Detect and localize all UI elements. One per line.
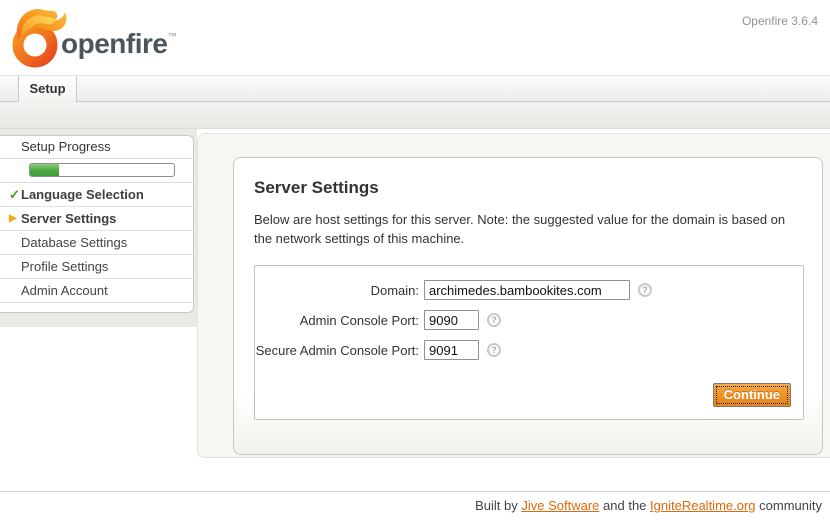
help-icon[interactable]: ?: [487, 343, 501, 357]
secure-port-label: Secure Admin Console Port:: [255, 343, 419, 358]
sidebar-item-profile-settings: Profile Settings: [0, 255, 193, 279]
progress-bar-row: [0, 159, 193, 183]
continue-button[interactable]: Continue: [713, 383, 791, 407]
jive-software-link[interactable]: Jive Software: [521, 498, 599, 513]
help-icon[interactable]: ?: [487, 313, 501, 327]
progress-fill: [30, 164, 59, 176]
sidebar-item-database-settings: Database Settings: [0, 231, 193, 255]
page-description: Below are host settings for this server.…: [254, 211, 799, 249]
footer-text: and the: [599, 498, 650, 513]
sidebar-item-label: Language Selection: [21, 187, 144, 202]
sidebar-item-label: Database Settings: [21, 235, 127, 250]
server-settings-form: Domain: ? Admin Console Port: ? Secure A…: [254, 265, 804, 420]
sidebar-item-label: Server Settings: [21, 211, 116, 226]
version-label: Openfire 3.6.4: [742, 14, 818, 28]
footer-text: Built by: [475, 498, 521, 513]
help-icon[interactable]: ?: [638, 283, 652, 297]
brand-wordmark: openfire™: [61, 28, 176, 60]
sidebar-item-admin-account: Admin Account: [0, 279, 193, 303]
footer-divider: [0, 491, 830, 492]
setup-progress-panel: Setup Progress ✓ Language Selection ▶ Se…: [0, 135, 194, 313]
admin-port-row: Admin Console Port: ?: [255, 308, 803, 332]
trademark: ™: [167, 31, 176, 41]
toolbar-strip: [0, 102, 830, 129]
sidebar-item-label: Profile Settings: [21, 259, 108, 274]
check-icon: ✓: [9, 183, 20, 206]
footer-text: community: [756, 498, 822, 513]
progress-bar: [29, 163, 175, 177]
igniterealtime-link[interactable]: IgniteRealtime.org: [650, 498, 756, 513]
domain-row: Domain: ?: [255, 278, 803, 302]
secure-port-input[interactable]: [424, 340, 479, 360]
footer-credit: Built by Jive Software and the IgniteRea…: [475, 498, 822, 513]
page: openfire™ Openfire 3.6.4 Setup Setup Pro…: [0, 0, 830, 524]
secure-port-row: Secure Admin Console Port: ?: [255, 338, 803, 362]
sidebar-item-label: Admin Account: [21, 283, 108, 298]
server-settings-card: Server Settings Below are host settings …: [233, 157, 823, 455]
page-title: Server Settings: [254, 178, 379, 198]
sidebar-item-server-settings: ▶ Server Settings: [0, 207, 193, 231]
domain-input[interactable]: [424, 280, 630, 300]
domain-label: Domain:: [255, 283, 419, 298]
sidebar-item-language-selection: ✓ Language Selection: [0, 183, 193, 207]
setup-progress-title: Setup Progress: [0, 136, 193, 159]
current-step-arrow-icon: ▶: [9, 207, 17, 230]
tab-setup[interactable]: Setup: [18, 76, 77, 102]
tab-bar: Setup: [0, 75, 830, 102]
admin-port-label: Admin Console Port:: [255, 313, 419, 328]
admin-port-input[interactable]: [424, 310, 479, 330]
header: openfire™ Openfire 3.6.4: [0, 0, 830, 75]
